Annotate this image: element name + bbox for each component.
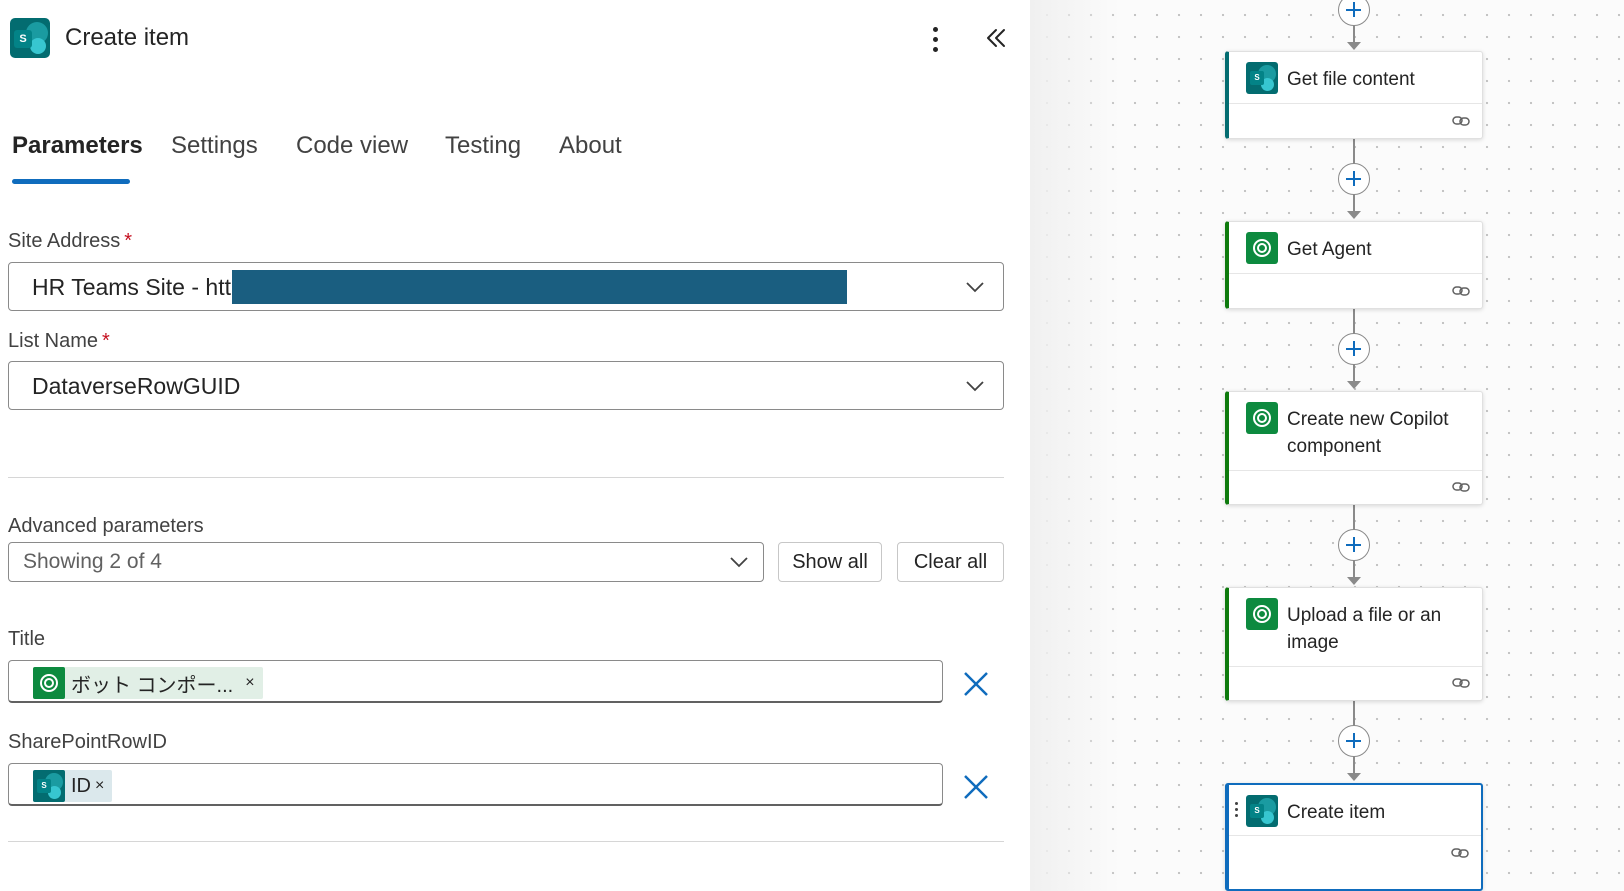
tab-bar: Parameters Settings Code view Testing Ab… <box>12 132 712 188</box>
flow-step-card[interactable]: Get Agent <box>1225 221 1483 309</box>
active-tab-indicator <box>12 179 130 184</box>
panel-header: S Create item <box>10 18 1020 60</box>
chevron-down-icon <box>730 557 748 568</box>
action-details-panel: S Create item Parameters Settings Code v… <box>0 0 1030 891</box>
connector-arrow-icon <box>1347 42 1361 50</box>
connector-arrow-icon <box>1347 577 1361 585</box>
redacted-url-block <box>232 270 847 304</box>
advanced-parameters-label: Advanced parameters <box>8 515 204 537</box>
tab-parameters[interactable]: Parameters <box>12 132 143 160</box>
action-title[interactable]: Create item <box>65 24 189 52</box>
chevron-down-icon <box>966 282 984 293</box>
sharepoint-icon: S <box>10 18 50 58</box>
title-field-label: Title <box>8 628 46 650</box>
connector-line <box>1353 26 1355 42</box>
title-input[interactable]: ボット コンポー... × <box>8 660 943 703</box>
link-icon <box>1452 482 1470 492</box>
step-title: Upload a file or an image <box>1287 605 1442 653</box>
site-address-label: Site Address * <box>8 230 133 252</box>
flow-step-card[interactable]: Create new Copilot component <box>1225 391 1483 505</box>
site-address-value: HR Teams Site - http <box>32 274 244 300</box>
sharepoint-icon: S <box>1246 795 1278 827</box>
dataverse-icon <box>33 667 65 699</box>
sharepoint-icon: S <box>33 770 65 802</box>
flow-step-card[interactable]: Upload a file or an image <box>1225 587 1483 701</box>
sharepoint-row-id-label: SharePointRowID <box>8 731 167 753</box>
advanced-parameters-dropdown[interactable]: Showing 2 of 4 <box>8 542 764 582</box>
link-icon <box>1452 116 1470 126</box>
tab-about[interactable]: About <box>559 132 622 160</box>
add-step-plus-icon[interactable] <box>1338 529 1370 561</box>
section-divider <box>8 477 1004 478</box>
connector-arrow-icon <box>1347 211 1361 219</box>
dynamic-content-token[interactable]: S ID × <box>33 770 113 802</box>
list-name-value: DataverseRowGUID <box>32 373 241 399</box>
link-icon <box>1452 286 1470 296</box>
step-title: Get file content <box>1287 69 1415 90</box>
add-step-plus-icon[interactable] <box>1338 725 1370 757</box>
sharepoint-icon: S <box>1246 62 1278 94</box>
link-icon <box>1452 678 1470 688</box>
tab-settings[interactable]: Settings <box>171 132 258 160</box>
step-title: Create item <box>1287 802 1386 823</box>
step-title: Create new Copilot component <box>1287 409 1449 457</box>
flow-step-card-selected[interactable]: S Create item <box>1225 783 1483 891</box>
dataverse-icon <box>1246 402 1278 434</box>
dataverse-icon <box>1246 232 1278 264</box>
token-label: ID <box>71 774 91 797</box>
list-name-label: List Name * <box>8 330 110 352</box>
advanced-parameters-value: Showing 2 of 4 <box>23 550 162 573</box>
remove-token-icon[interactable]: × <box>245 674 254 692</box>
remove-token-icon[interactable]: × <box>95 777 104 795</box>
drag-handle-icon[interactable] <box>1235 802 1239 820</box>
connector-arrow-icon <box>1347 381 1361 389</box>
chevron-down-icon <box>966 381 984 392</box>
show-all-button[interactable]: Show all <box>778 542 882 582</box>
section-divider <box>8 841 1004 842</box>
more-options-icon[interactable] <box>922 22 948 56</box>
clear-field-icon[interactable] <box>962 773 990 801</box>
tab-testing[interactable]: Testing <box>445 132 521 160</box>
clear-field-icon[interactable] <box>962 670 990 698</box>
add-step-plus-icon[interactable] <box>1338 333 1370 365</box>
add-step-plus-icon[interactable] <box>1338 163 1370 195</box>
collapse-panel-icon[interactable] <box>980 21 1010 55</box>
canvas-edge-shadow <box>1030 0 1120 891</box>
link-icon <box>1451 848 1469 858</box>
clear-all-button[interactable]: Clear all <box>897 542 1004 582</box>
sharepoint-row-id-input[interactable]: S ID × <box>8 763 943 806</box>
token-label: ボット コンポー... <box>71 674 234 697</box>
flow-step-card[interactable]: S Get file content <box>1225 51 1483 139</box>
list-name-dropdown[interactable]: DataverseRowGUID <box>8 361 1004 410</box>
step-title: Get Agent <box>1287 239 1372 260</box>
connector-arrow-icon <box>1347 773 1361 781</box>
tab-code-view[interactable]: Code view <box>296 132 408 160</box>
dynamic-content-token[interactable]: ボット コンポー... × <box>33 667 263 699</box>
dataverse-icon <box>1246 598 1278 630</box>
